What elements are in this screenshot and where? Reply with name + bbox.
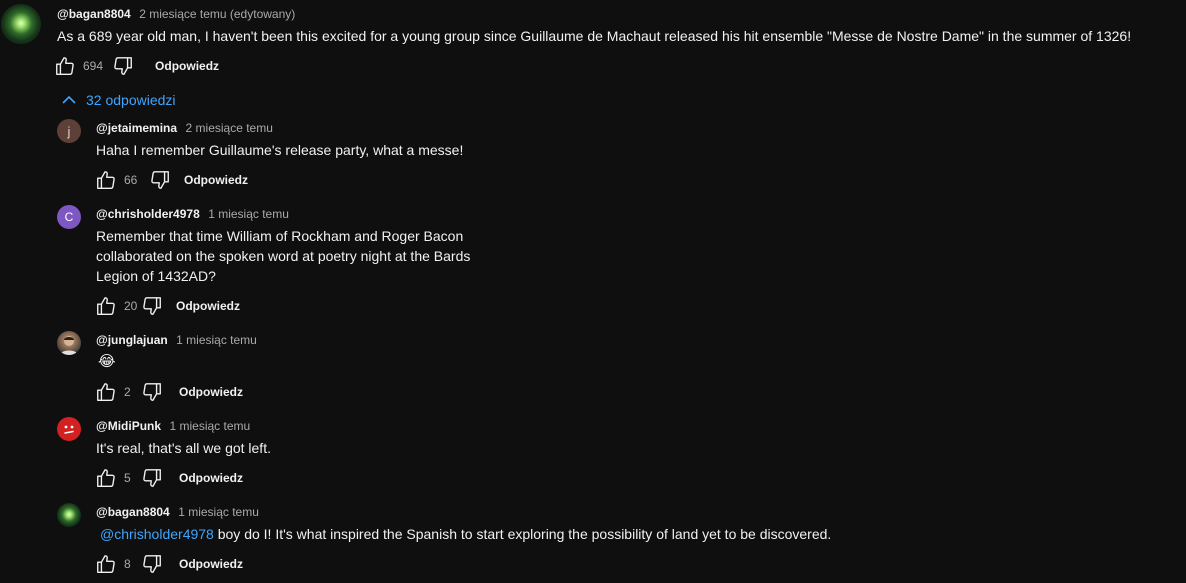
like-count: 66 [124,173,138,187]
replies-toggle[interactable]: 32 odpowiedzi [61,90,176,110]
reply-button[interactable]: Odpowiedz [184,173,248,187]
reply-button[interactable]: Odpowiedz [179,471,243,485]
reply-header: @jetaimemina 2 miesiące temu [96,120,273,136]
reply-header: @junglajuan 1 miesiąc temu [96,332,257,348]
author-handle[interactable]: @MidiPunk [96,419,161,433]
like-button[interactable] [94,294,118,318]
reply-text-line: collaborated on the spoken word at poetr… [96,248,471,264]
avatar-letter: j [67,123,71,139]
reply-actions: 20 Odpowiedz [94,294,240,318]
reply-actions: 2 Odpowiedz [94,380,243,404]
timestamp[interactable]: 1 miesiąc temu [208,207,289,221]
avatar[interactable] [57,331,81,355]
dislike-button[interactable] [140,466,164,490]
reply-header: @chrisholder4978 1 miesiąc temu [96,206,289,222]
like-button[interactable] [94,466,118,490]
thumbs-down-icon [143,469,161,487]
timestamp[interactable]: 2 miesiące temu (edytowany) [139,7,295,21]
reply-text: It's real, that's all we got left. [96,440,271,456]
reply-header: @MidiPunk 1 miesiąc temu [96,418,250,434]
like-button[interactable] [94,380,118,404]
thumbs-up-icon [97,297,115,315]
like-button[interactable] [53,54,77,78]
avatar-letter: C [64,210,74,224]
reply-actions: 66 Odpowiedz [94,168,248,192]
author-handle[interactable]: @jetaimemina [96,121,177,135]
reply-button[interactable]: Odpowiedz [179,557,243,571]
timestamp[interactable]: 2 miesiące temu [186,121,273,135]
dislike-button[interactable] [140,294,164,318]
like-button[interactable] [94,552,118,576]
reply-button[interactable]: Odpowiedz [176,299,240,313]
laughing-emoji: 😂 [98,352,116,370]
thumbs-up-icon [97,555,115,573]
comment-actions: 694 Odpowiedz [53,54,219,78]
reply-text-line: Legion of 1432AD? [96,268,216,284]
reply-text-line: Remember that time William of Rockham an… [96,228,464,244]
dislike-button[interactable] [140,380,164,404]
thumbs-up-icon [97,469,115,487]
replies-count-label: 32 odpowiedzi [86,92,176,108]
like-count: 5 [124,471,131,485]
reply-text: @chrisholder4978 boy do I! It's what ins… [96,524,831,544]
timestamp[interactable]: 1 miesiąc temu [170,419,251,433]
thumbs-up-icon [56,57,74,75]
person-photo-icon [60,336,78,355]
dislike-button[interactable] [148,168,172,192]
avatar[interactable]: C [57,205,81,229]
like-count: 2 [124,385,131,399]
like-button[interactable] [94,168,118,192]
dislike-button[interactable] [111,54,135,78]
like-count: 8 [124,557,131,571]
thumbs-down-icon [143,383,161,401]
thumbs-down-icon [143,297,161,315]
author-handle[interactable]: @chrisholder4978 [96,207,200,221]
mention-link[interactable]: @chrisholder4978 [100,526,214,542]
thumbs-down-icon [143,555,161,573]
timestamp[interactable]: 1 miesiąc temu [176,333,257,347]
avatar[interactable]: j [57,119,81,143]
thumbs-up-icon [97,171,115,189]
author-handle[interactable]: @bagan8804 [96,505,170,519]
avatar[interactable] [57,503,81,527]
like-count: 694 [83,59,104,73]
author-handle[interactable]: @junglajuan [96,333,168,347]
confused-face-icon [64,425,74,434]
thumbs-down-icon [114,57,132,75]
chevron-up-icon [62,95,76,104]
thumbs-up-icon [97,383,115,401]
timestamp[interactable]: 1 miesiąc temu [178,505,259,519]
reply-header: @bagan8804 1 miesiąc temu [96,504,259,520]
avatar[interactable] [1,4,41,44]
reply-text: Haha I remember Guillaume's release part… [96,142,464,158]
reply-button[interactable]: Odpowiedz [179,385,243,399]
reply-actions: 5 Odpowiedz [94,466,243,490]
comment-text: As a 689 year old man, I haven't been th… [57,28,1132,44]
author-handle[interactable]: @bagan8804 [57,7,131,21]
comment-header: @bagan8804 2 miesiące temu (edytowany) [57,6,295,22]
reply-button[interactable]: Odpowiedz [155,59,219,73]
thumbs-down-icon [151,171,169,189]
dislike-button[interactable] [140,552,164,576]
avatar[interactable] [57,417,81,441]
reply-text-content: boy do I! It's what inspired the Spanish… [213,526,832,542]
reply-actions: 8 Odpowiedz [94,552,243,576]
